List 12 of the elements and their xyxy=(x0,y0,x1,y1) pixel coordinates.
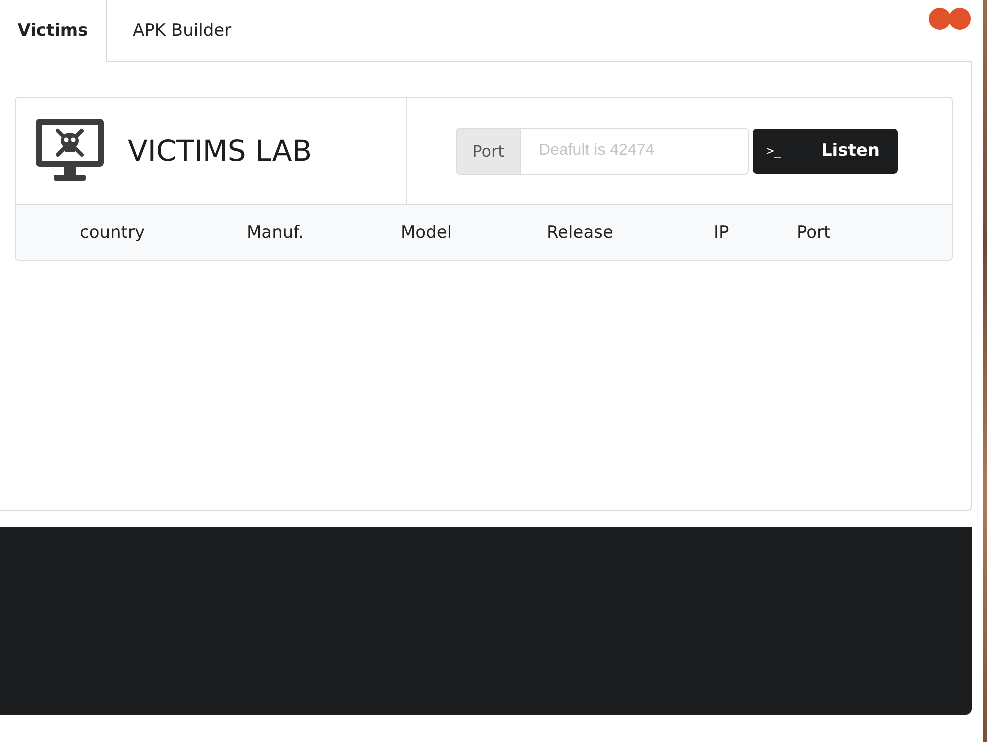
window-button[interactable] xyxy=(949,8,971,30)
port-label: Port xyxy=(457,128,520,174)
column-header: Release xyxy=(547,222,614,242)
column-header: IP xyxy=(714,222,730,242)
listen-button[interactable]: >_ Listen xyxy=(753,128,898,174)
port-input-group[interactable]: Port Deafult is 42474 xyxy=(456,128,749,174)
column-header: Manuf. xyxy=(247,222,304,242)
column-header: Port xyxy=(797,222,831,242)
column-header: Model xyxy=(401,222,452,242)
column-header: country xyxy=(80,222,146,242)
window-button[interactable] xyxy=(929,8,951,30)
page-title: VICTIMS LAB xyxy=(128,134,312,168)
